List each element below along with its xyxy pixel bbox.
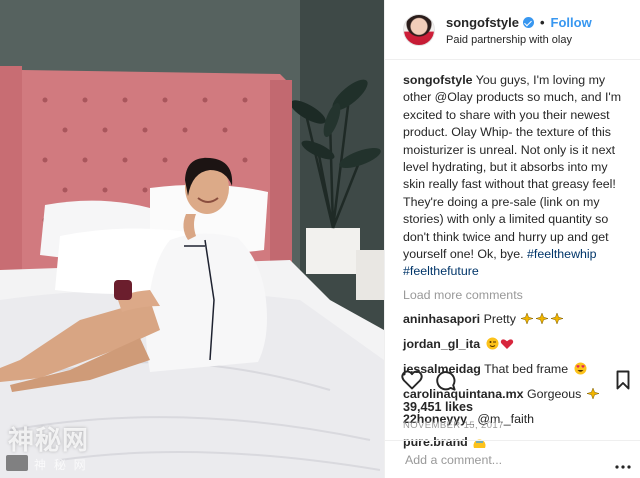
- separator-dot: •: [539, 15, 545, 30]
- bookmark-icon[interactable]: [616, 370, 630, 395]
- watermark-subtext: 神 秘 网: [34, 458, 88, 472]
- wink-heart-icon: [486, 337, 514, 355]
- post-photo[interactable]: 神秘网 神 秘 网: [0, 0, 384, 478]
- watermark-badge: [6, 455, 28, 471]
- action-bar: [385, 370, 640, 396]
- add-comment-input[interactable]: [403, 449, 607, 471]
- comment-username[interactable]: aninhasapori: [403, 312, 480, 326]
- header-user-row: songofstyle • Follow: [446, 15, 592, 30]
- load-more-comments-button[interactable]: Load more comments: [403, 287, 629, 304]
- heart-icon[interactable]: [401, 370, 423, 395]
- post-side-panel: songofstyle • Follow Paid partnership wi…: [384, 0, 640, 478]
- comment-icon[interactable]: [435, 370, 456, 396]
- caption-text: You guys, I'm loving my other @Olay prod…: [403, 73, 622, 262]
- verified-badge-icon: [522, 17, 534, 28]
- follow-button[interactable]: Follow: [551, 15, 592, 30]
- post-date[interactable]: NOVEMBER 15, 2017: [403, 420, 504, 431]
- comment-username[interactable]: jordan_gl_ita: [403, 337, 480, 351]
- comment-text: Pretty: [483, 312, 516, 327]
- post-header: songofstyle • Follow Paid partnership wi…: [385, 0, 640, 60]
- comment-item: aninhasapori Pretty: [403, 311, 629, 330]
- watermark: 神秘网: [8, 426, 90, 456]
- more-options-icon[interactable]: [615, 456, 631, 474]
- sparkles-icon: [520, 312, 565, 330]
- add-comment-bar: [385, 440, 640, 478]
- bedroom-illustration: [0, 0, 384, 478]
- caption-username[interactable]: songofstyle: [403, 73, 473, 87]
- avatar[interactable]: [403, 14, 435, 46]
- header-username[interactable]: songofstyle: [446, 15, 519, 30]
- likes-count[interactable]: 39,451 likes: [403, 400, 473, 414]
- comment-item: jordan_gl_ita: [403, 336, 629, 355]
- paid-partnership-label[interactable]: Paid partnership with olay: [446, 34, 572, 46]
- caption: songofstyle You guys, I'm loving my othe…: [403, 72, 629, 281]
